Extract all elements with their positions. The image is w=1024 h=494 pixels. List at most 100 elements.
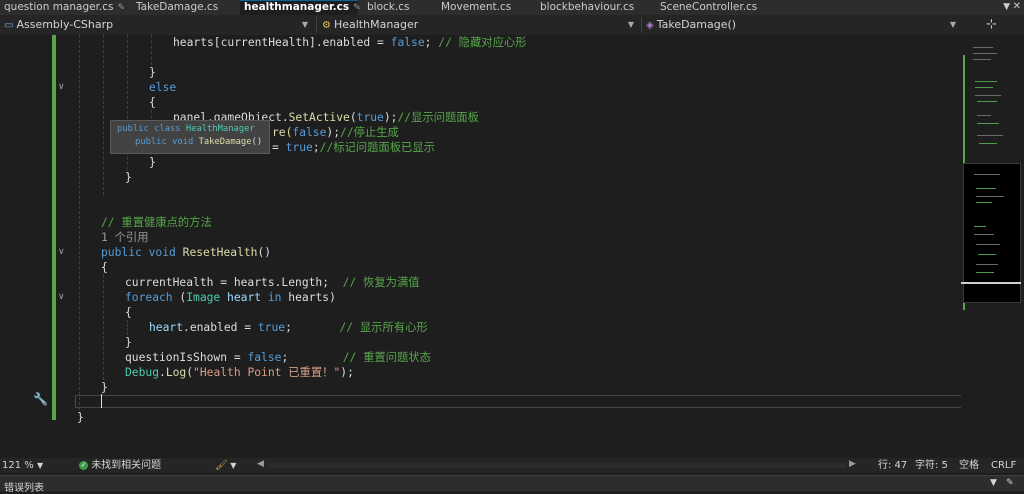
pin-icon[interactable]: ✎ bbox=[118, 3, 126, 13]
minimap-line bbox=[975, 87, 993, 88]
fold-chevron-icon[interactable]: ∨ bbox=[58, 290, 65, 305]
code-line: re(false);//停止生成 bbox=[272, 126, 399, 139]
code-line: { bbox=[101, 261, 108, 274]
minimap-line bbox=[976, 244, 1000, 245]
code-line: else bbox=[149, 81, 177, 94]
tab-scenecontroller[interactable]: SceneController.cs bbox=[656, 0, 780, 15]
project-label: Assembly-CSharp bbox=[16, 18, 114, 31]
split-window-icon[interactable]: ⊹ bbox=[986, 17, 1000, 33]
chevron-down-icon[interactable]: ▼ bbox=[990, 478, 997, 488]
chevron-down-icon: ▼ bbox=[627, 20, 634, 29]
column-indicator[interactable]: 字符: 5 bbox=[915, 459, 948, 472]
minimap-line bbox=[977, 135, 1003, 136]
quickinfo-tooltip: public class HealthManager public void T… bbox=[110, 120, 270, 154]
type-dropdown[interactable]: ⚙ HealthManager ▼ bbox=[322, 17, 640, 33]
indent-guide bbox=[127, 35, 128, 175]
zoom-level: 121 % bbox=[2, 460, 34, 471]
member-dropdown[interactable]: ◈ TakeDamage() ▼ bbox=[646, 17, 962, 33]
code-line: hearts[currentHealth].enabled = false; /… bbox=[173, 36, 527, 49]
check-circle-icon: ✓ bbox=[79, 460, 88, 470]
minimap-line bbox=[978, 254, 996, 255]
change-tracking-bar bbox=[52, 35, 56, 420]
minimap-line bbox=[975, 81, 997, 82]
minimap-line bbox=[974, 226, 986, 227]
indent-guide bbox=[103, 35, 104, 195]
document-tab-strip: question manager.cs ✎ TakeDamage.cs healt… bbox=[0, 0, 1024, 15]
error-list-title[interactable]: 错误列表 bbox=[4, 479, 44, 494]
code-line: questionIsShown = false; // 重置问题状态 bbox=[125, 351, 431, 364]
tab-question-manager[interactable]: question manager.cs ✎ bbox=[0, 0, 132, 15]
minimap-line bbox=[979, 143, 997, 144]
line-indicator[interactable]: 行: 47 bbox=[878, 459, 907, 472]
tab-block[interactable]: block.cs bbox=[363, 0, 437, 15]
code-line: } bbox=[125, 336, 132, 349]
divider bbox=[316, 17, 317, 33]
tab-label: healthmanager.cs bbox=[244, 1, 350, 13]
code-line: { bbox=[125, 306, 132, 319]
issues-indicator[interactable]: ✓ 未找到相关问题 bbox=[79, 459, 161, 472]
horizontal-scrollbar[interactable] bbox=[268, 463, 846, 468]
csharp-project-icon: ▭ bbox=[4, 20, 14, 31]
fold-chevron-icon[interactable]: ∨ bbox=[58, 80, 65, 95]
code-editor[interactable]: ∨ ∨ ∨ hearts[currentHealth].enabled = fa… bbox=[0, 35, 961, 455]
minimap-line bbox=[977, 123, 999, 124]
code-line: Debug.Log("Health Point 已重置！"); bbox=[125, 366, 354, 379]
code-cleanup-brush-icon[interactable]: 🖌 ▼ bbox=[215, 459, 236, 472]
code-line: } bbox=[77, 411, 84, 424]
code-line: public void ResetHealth() bbox=[101, 246, 272, 259]
fold-chevron-icon[interactable]: ∨ bbox=[58, 245, 65, 260]
text-caret bbox=[101, 394, 102, 408]
close-icon[interactable]: ✕ bbox=[1013, 1, 1021, 12]
minimap-line bbox=[975, 95, 1001, 96]
code-line: } bbox=[149, 156, 156, 169]
code-line: // 重置健康点的方法 bbox=[101, 216, 212, 229]
codelens-reference-count[interactable]: 1 个引用 bbox=[101, 230, 149, 245]
indent-guide bbox=[127, 320, 128, 335]
minimap-line bbox=[976, 196, 1004, 197]
type-label: HealthManager bbox=[333, 18, 419, 31]
pin-icon[interactable]: ✎ bbox=[1006, 478, 1014, 488]
tab-overflow-dropdown-icon[interactable]: ▼ bbox=[1003, 2, 1010, 12]
minimap-line bbox=[976, 202, 992, 203]
scroll-right-icon[interactable]: ▶ bbox=[849, 459, 856, 469]
minimap-scrollbar[interactable] bbox=[961, 35, 1024, 455]
issues-label: 未找到相关问题 bbox=[91, 460, 162, 471]
scroll-left-icon[interactable]: ◀ bbox=[257, 459, 264, 469]
code-line: heart.enabled = true; // 显示所有心形 bbox=[149, 321, 428, 334]
tab-label: TakeDamage.cs bbox=[136, 1, 219, 13]
tab-label: question manager.cs bbox=[4, 1, 114, 13]
class-icon: ⚙ bbox=[322, 20, 331, 31]
member-label: TakeDamage() bbox=[656, 18, 737, 31]
tab-label: SceneController.cs bbox=[660, 1, 758, 13]
minimap-caret-marker bbox=[961, 282, 1021, 284]
editor-status-bar: 121 % ▼ ✓ 未找到相关问题 🖌 ▼ ◀ ▶ 行: 47 字符: 5 空格… bbox=[0, 458, 1024, 473]
divider bbox=[641, 17, 642, 33]
code-line: } bbox=[125, 171, 132, 184]
tab-movement[interactable]: Movement.cs bbox=[437, 0, 535, 15]
pin-icon[interactable]: ✎ bbox=[353, 3, 361, 13]
code-line: = true;//标记问题面板已显示 bbox=[272, 141, 435, 154]
code-line: } bbox=[101, 381, 108, 394]
tooltip-line: public class HealthManager bbox=[117, 124, 255, 134]
navigation-bar: ▭ Assembly-CSharp ▼ ⚙ HealthManager ▼ ◈ Tak… bbox=[0, 15, 1024, 36]
quick-actions-screwdriver-icon[interactable]: 🔧 bbox=[33, 392, 48, 406]
tab-takedamage[interactable]: TakeDamage.cs bbox=[132, 0, 240, 15]
indent-guide bbox=[103, 275, 104, 380]
chevron-down-icon: ▼ bbox=[949, 20, 956, 29]
error-list-panel-header: 错误列表 ▼ ✎ bbox=[0, 475, 1024, 494]
minimap-line bbox=[976, 188, 996, 189]
indent-guide bbox=[79, 35, 80, 410]
tab-label: blockbehaviour.cs bbox=[540, 1, 635, 13]
tab-healthmanager[interactable]: healthmanager.cs ✎ bbox=[240, 0, 361, 15]
line-ending[interactable]: CRLF bbox=[991, 459, 1016, 472]
minimap-line bbox=[974, 174, 1000, 175]
chevron-down-icon: ▼ bbox=[36, 461, 44, 470]
minimap-line bbox=[977, 101, 997, 102]
project-dropdown[interactable]: ▭ Assembly-CSharp ▼ bbox=[4, 17, 314, 33]
zoom-dropdown[interactable]: 121 % ▼ bbox=[2, 459, 43, 472]
indent-mode[interactable]: 空格 bbox=[959, 459, 979, 472]
tab-blockbehaviour[interactable]: blockbehaviour.cs bbox=[536, 0, 656, 15]
minimap-line bbox=[976, 264, 998, 265]
minimap-line bbox=[973, 47, 993, 48]
minimap-line bbox=[976, 272, 994, 273]
